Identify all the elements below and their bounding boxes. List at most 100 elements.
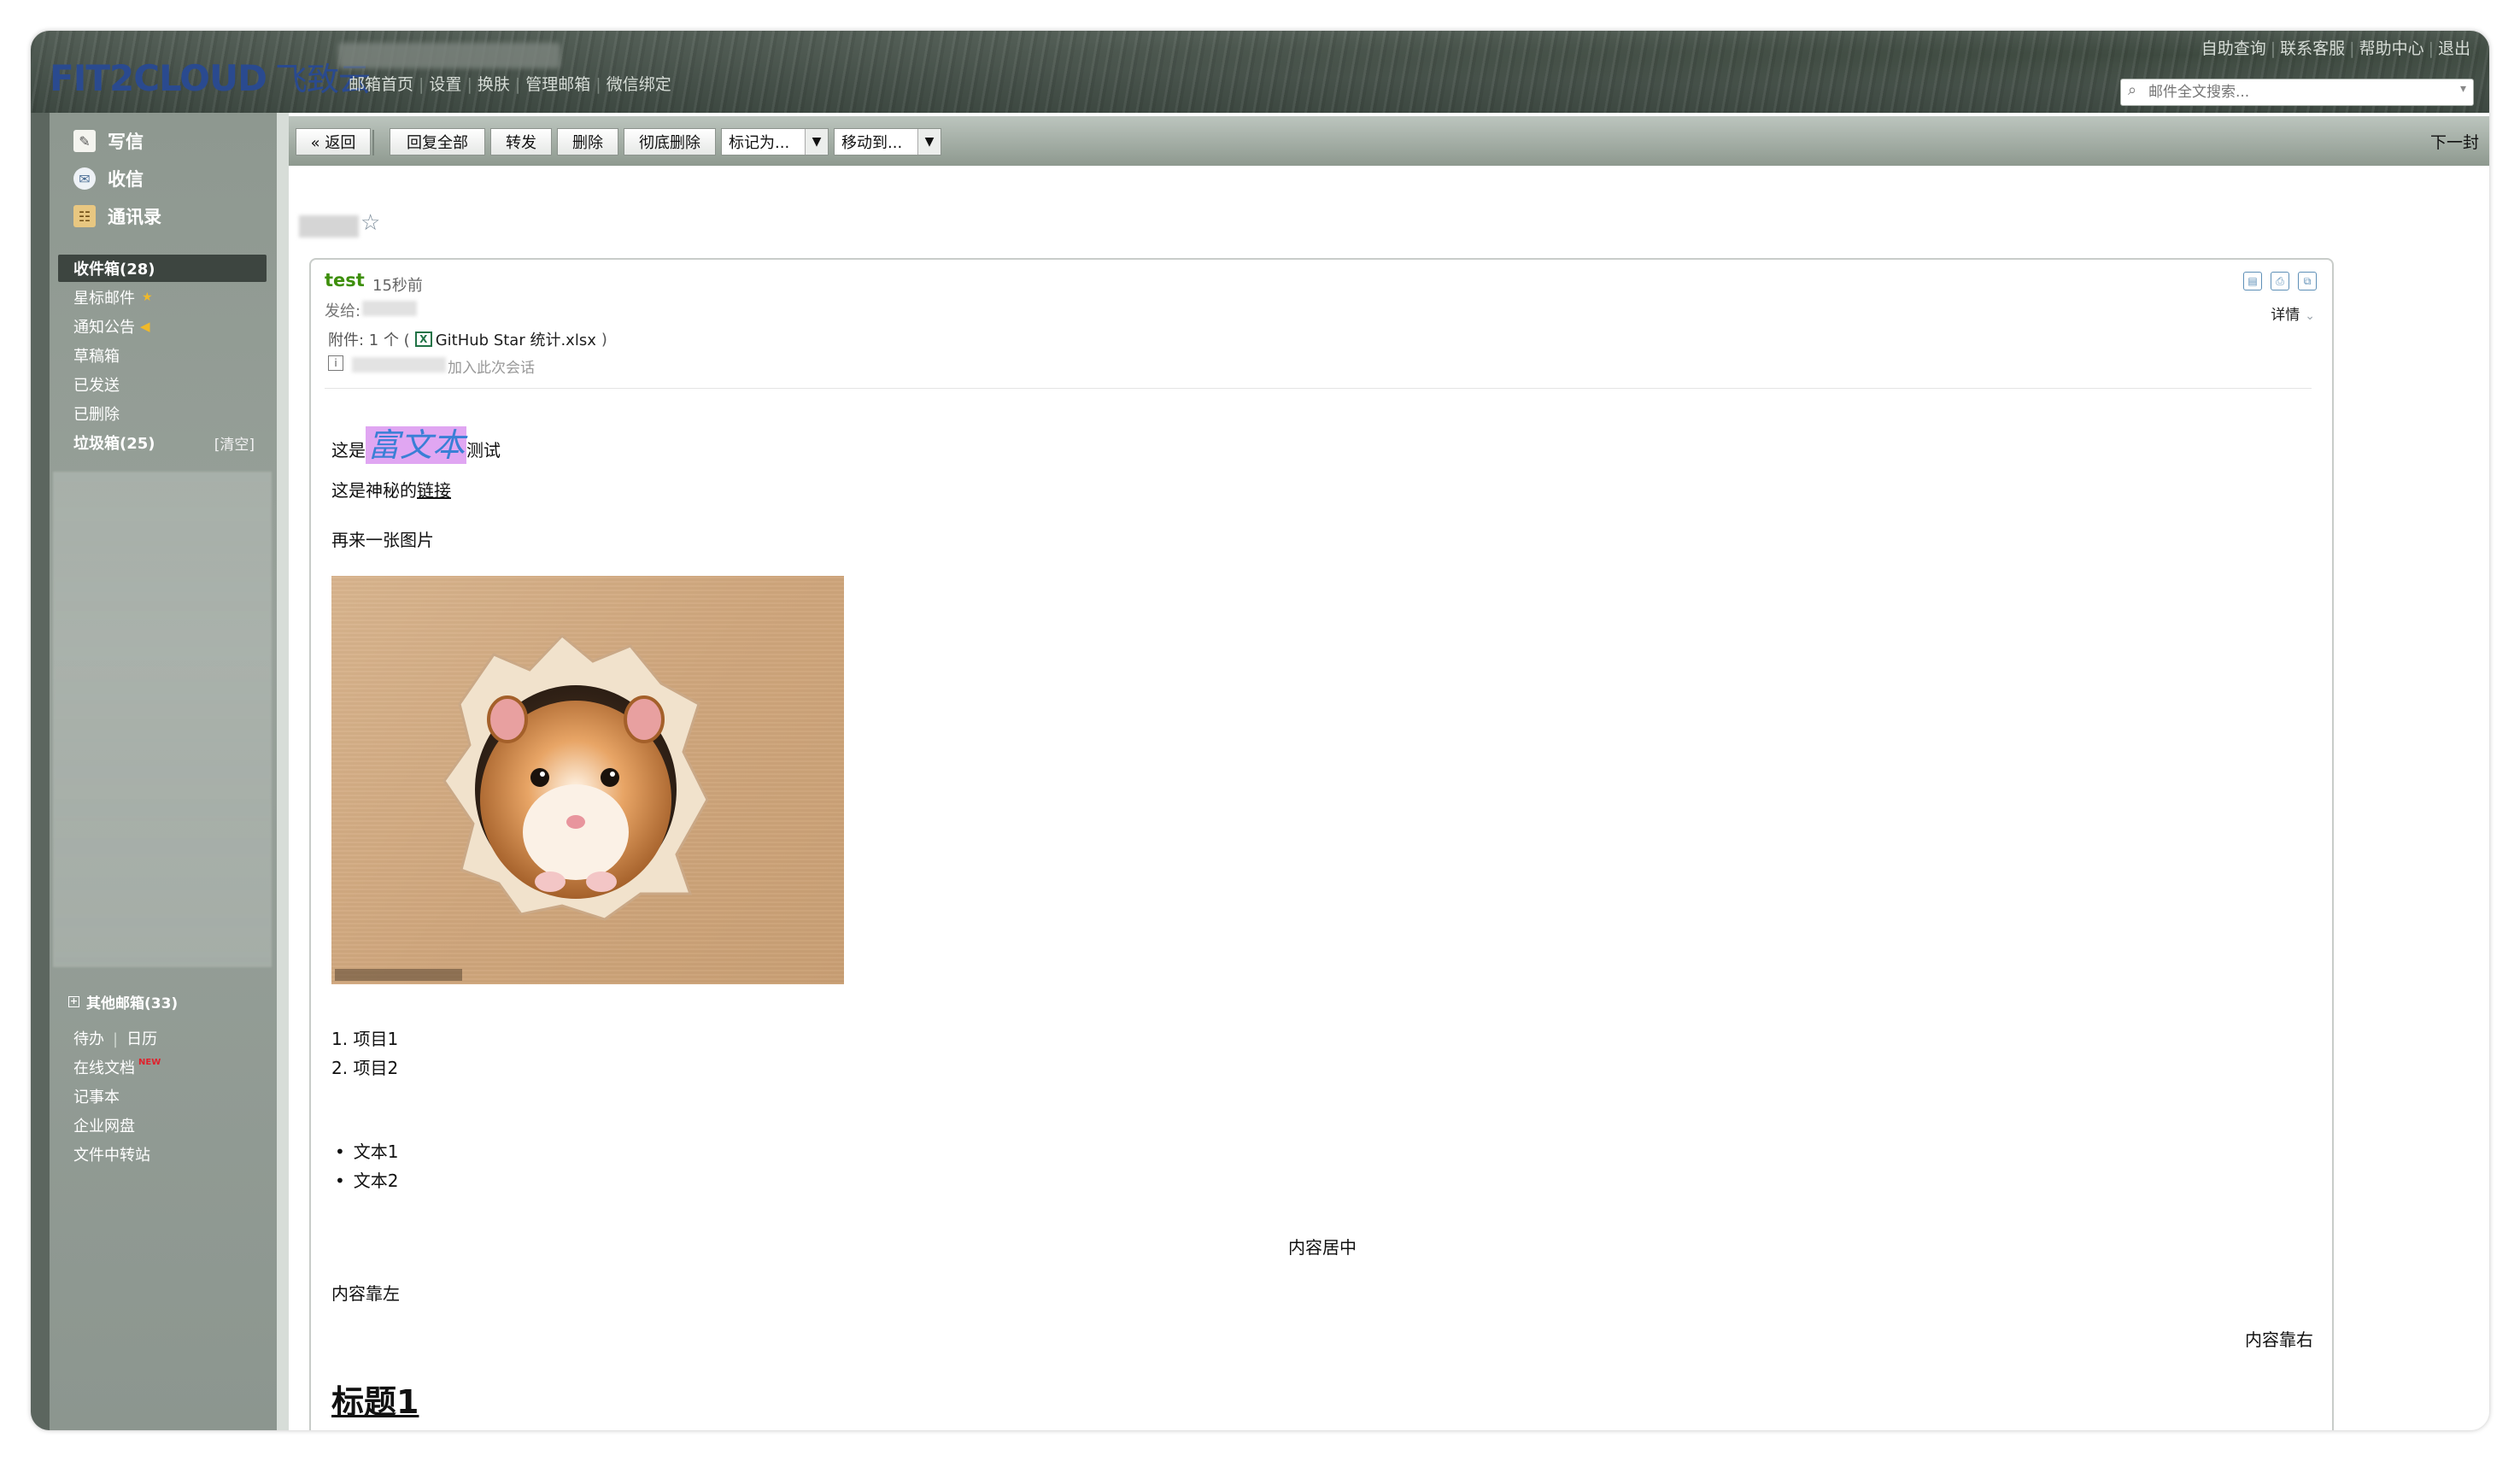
sender-name[interactable]: test [325,270,365,290]
join-conversation[interactable]: 加入此次会话 [448,355,535,377]
empty-spam-link[interactable]: [清空] [214,432,255,454]
folder-sent[interactable]: 已发送 [58,371,267,398]
excel-file-icon: X [414,332,432,347]
mail-toolbar: « 返回 回复全部 转发 删除 彻底删除 标记为... ▼ 移动到... ▼ 下… [289,116,2489,166]
receive-button[interactable]: ✉ 收信 [73,162,144,195]
centered-text: 内容居中 [1288,1237,1357,1258]
rich-text-highlight: 富文本 [366,426,467,464]
search-icon: ⌕ [2128,81,2137,99]
delete-forever-button[interactable]: 彻底删除 [624,128,716,155]
nav-wechat[interactable]: 微信绑定 [607,75,671,94]
bullet-item-1-text: 文本1 [353,1141,399,1162]
contacts-button[interactable]: ☷ 通讯录 [73,200,161,232]
right-text: 内容靠右 [2245,1329,2313,1350]
top-nav: 邮箱首页 | 设置 | 换肤 | 管理邮箱 | 微信绑定 [349,75,671,94]
recipients-label: 发给: [325,302,361,320]
folder-spam[interactable]: 垃圾箱(25) [清空] [58,429,267,456]
move-to-select[interactable]: 移动到... ▼ [834,128,941,155]
mark-as-select[interactable]: 标记为... ▼ [721,128,829,155]
folder-starred[interactable]: 星标邮件 ★ [58,284,267,311]
folder-notices[interactable]: 通知公告 ◀ [58,313,267,340]
search-box[interactable]: ⌕ ▾ [2120,79,2474,106]
header-divider [325,388,2312,389]
bullet-icon: • [335,1171,345,1191]
line1-prefix: 这是 [331,440,366,461]
folder-sent-label: 已发送 [73,377,120,395]
receive-label: 收信 [108,169,144,190]
forward-button[interactable]: 转发 [490,128,552,155]
main-panel: « 返回 回复全部 转发 删除 彻底删除 标记为... ▼ 移动到... ▼ 下… [277,113,2489,1430]
nav-admin[interactable]: 管理邮箱 [525,75,590,94]
nav-settings[interactable]: 设置 [429,75,461,94]
line2-prefix: 这是神秘的 [331,480,417,501]
folder-inbox-label: 收件箱(28) [73,261,155,279]
online-docs-link[interactable]: 在线文档 [73,1059,135,1077]
notebook-link[interactable]: 记事本 [73,1085,120,1107]
bullet-item-2-text: 文本2 [353,1171,399,1191]
image-watermark [335,969,462,981]
reply-all-button[interactable]: 回复全部 [390,128,485,155]
mystery-link[interactable]: 链接 [417,480,451,501]
hamster-image [331,576,844,984]
hamster-illustration [442,633,709,921]
print-icon[interactable]: ⎙ [2271,272,2289,290]
brand-logo[interactable]: FIT2CLOUD 飞致云 [50,53,371,100]
folder-deleted-label: 已删除 [73,406,120,424]
todo-link[interactable]: 待办 [73,1030,104,1048]
bullet-item-1: • 文本1 [331,1138,399,1163]
rich-text-line: 这是富文本 测试 [331,419,501,466]
mail-window: FIT2CLOUD 飞致云 邮箱首页 | 设置 | 换肤 | 管理邮箱 | 微信绑定 自助查询 | 联… [31,31,2489,1430]
next-mail-link[interactable]: 下一封 [2430,130,2479,153]
nav-home[interactable]: 邮箱首页 [349,75,413,94]
netdisk-link[interactable]: 企业网盘 [73,1114,135,1136]
link-contact-support[interactable]: 联系客服 [2280,39,2345,58]
ordered-item-2: 2. 项目2 [331,1058,399,1078]
heading-1: 标题1 [331,1383,419,1421]
left-text: 内容靠左 [331,1283,400,1304]
folder-notices-label: 通知公告 [73,319,135,337]
mark-as-label: 标记为... [729,134,790,152]
link-logout[interactable]: 退出 [2438,39,2470,58]
pencil-icon: ✎ [73,130,96,152]
mail-time: 15秒前 [372,277,423,295]
details-label: 详情 [2271,307,2300,324]
attachment-line: 附件: 1 个 ( X GitHub Star 统计.xlsx ) [328,328,607,350]
tools-row-docs: 在线文档 NEW [73,1056,161,1078]
details-toggle[interactable]: 详情 ⌄ [2271,302,2315,324]
plain-text-icon[interactable]: ▤ [2243,272,2262,290]
mail-actions: ▤ ⎙ ⧉ [2243,272,2317,290]
nav-skin[interactable]: 换肤 [478,75,510,94]
folder-drafts[interactable]: 草稿箱 [58,342,267,369]
folder-deleted[interactable]: 已删除 [58,400,267,427]
search-dropdown-icon[interactable]: ▾ [2460,82,2466,96]
expand-icon[interactable]: + [68,996,79,1007]
new-window-icon[interactable]: ⧉ [2298,272,2317,290]
link-help[interactable]: 帮助中心 [2359,39,2424,58]
back-button[interactable]: « 返回 [296,128,371,155]
attachment-file[interactable]: GitHub Star 统计.xlsx [436,328,596,350]
link-self-query[interactable]: 自助查询 [2201,39,2266,58]
new-badge: NEW [138,1058,161,1067]
other-mailboxes[interactable]: + 其他邮箱(33) [68,991,178,1012]
contacts-icon: ☷ [73,205,96,227]
contacts-label: 通讯录 [108,207,161,227]
account-name-redacted [338,43,560,68]
chevron-down-icon: ▼ [917,129,941,155]
folder-inbox[interactable]: 收件箱(28) [58,255,267,282]
transfer-link[interactable]: 文件中转站 [73,1143,150,1165]
folder-drafts-label: 草稿箱 [73,348,120,366]
subject-redacted [299,215,359,238]
calendar-link[interactable]: 日历 [126,1030,157,1048]
compose-button[interactable]: ✎ 写信 [73,125,144,157]
bullet-icon: • [335,1141,345,1162]
attachment-suffix: ) [601,330,607,349]
star-icon[interactable]: ☆ [360,210,380,236]
inbox-icon: ✉ [73,167,96,190]
header-bar: FIT2CLOUD 飞致云 邮箱首页 | 设置 | 换肤 | 管理邮箱 | 微信绑定 自助查询 | 联… [31,31,2489,113]
compose-label: 写信 [108,132,144,152]
delete-button[interactable]: 删除 [557,128,618,155]
image-caption-line: 再来一张图片 [331,530,434,550]
folder-spam-label: 垃圾箱(25) [73,435,155,453]
move-to-label: 移动到... [841,134,903,152]
search-input[interactable] [2147,81,2441,103]
